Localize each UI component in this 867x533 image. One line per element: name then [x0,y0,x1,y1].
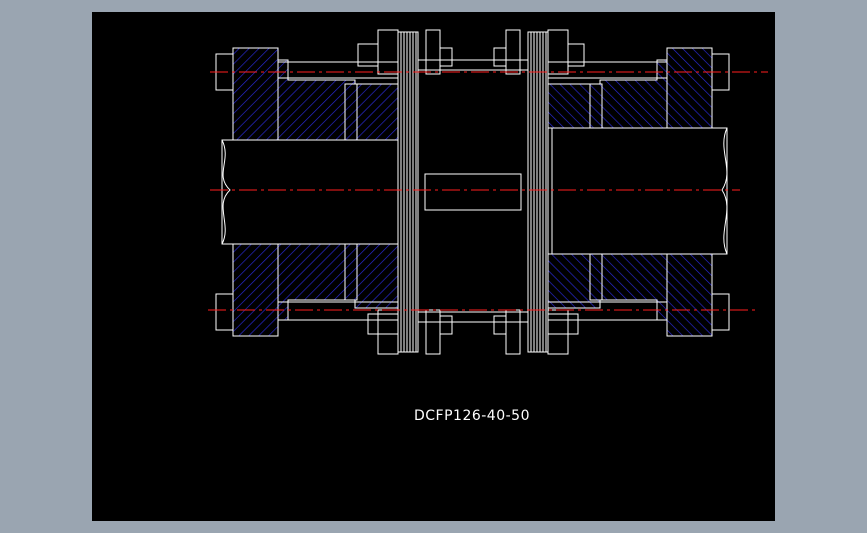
cad-viewport[interactable]: DCFP126-40-50 [92,12,775,521]
left-shaft [221,139,399,245]
right-hub-section-lower [547,253,713,337]
right-hub-section [547,47,713,129]
left-disc-pack [397,31,419,353]
top-lugs [357,29,585,75]
center-spacer [417,32,529,352]
coupling-section-drawing [208,29,768,355]
drawing-part-number: DCFP126-40-50 [413,408,530,424]
left-hub-section-lower [232,243,399,337]
right-disc-pack [527,31,549,353]
right-shaft [551,127,728,255]
